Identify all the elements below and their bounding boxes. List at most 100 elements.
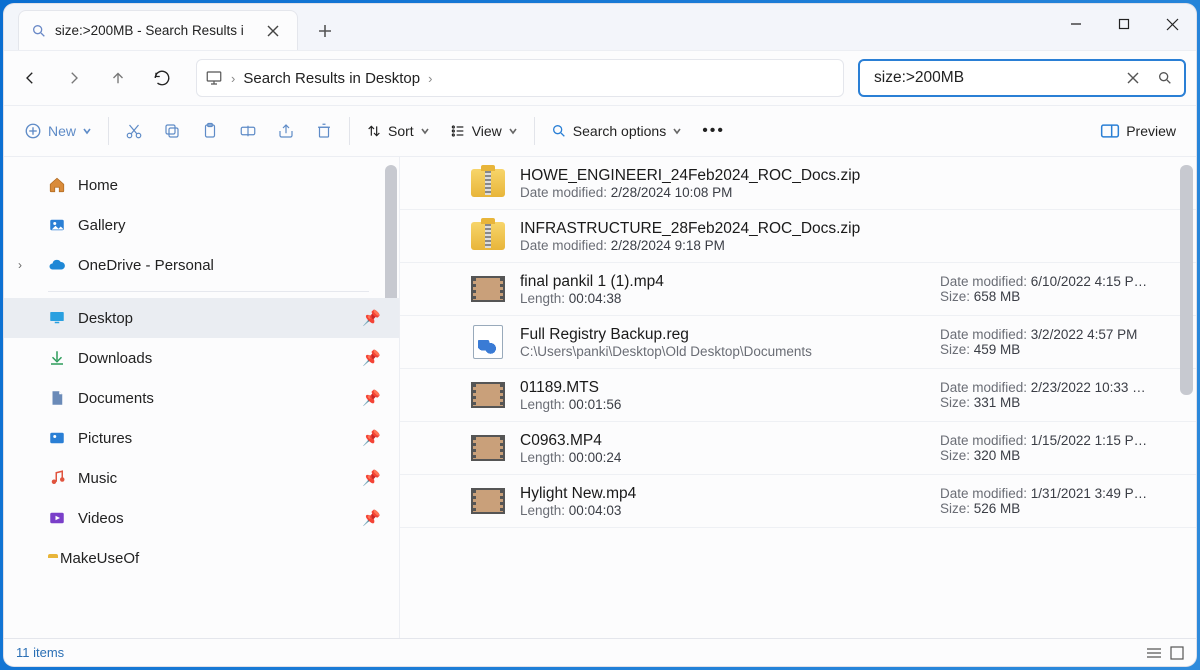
breadcrumb-bar[interactable]: › Search Results in Desktop › — [196, 59, 844, 97]
label: Downloads — [78, 350, 152, 367]
item-count: 11 items — [16, 645, 64, 660]
file-name: INFRASTRUCTURE_28Feb2024_ROC_Docs.zip — [520, 220, 1172, 238]
pin-icon: 📌 — [362, 509, 381, 527]
file-name: HOWE_ENGINEERI_24Feb2024_ROC_Docs.zip — [520, 167, 1172, 185]
search-box[interactable] — [858, 59, 1186, 97]
body: Home Gallery › OneDrive - Personal Deskt… — [4, 157, 1196, 638]
minimize-button[interactable] — [1052, 4, 1100, 44]
view-switcher — [1146, 646, 1184, 660]
file-meta: Date modified: 2/28/2024 10:08 PM — [520, 185, 1172, 200]
file-name: Full Registry Backup.reg — [520, 326, 926, 344]
search-options-menu[interactable]: Search options — [541, 113, 692, 149]
forward-button[interactable] — [54, 60, 94, 96]
share-button[interactable] — [267, 113, 305, 149]
details-view-button[interactable] — [1146, 646, 1162, 660]
home-icon — [48, 176, 66, 194]
search-input[interactable] — [872, 68, 1114, 88]
pin-icon: 📌 — [362, 469, 381, 487]
back-button[interactable] — [10, 60, 50, 96]
sidebar-item-documents[interactable]: Documents 📌 — [4, 378, 399, 418]
file-path: C:\Users\panki\Desktop\Old Desktop\Docum… — [520, 344, 926, 359]
new-label: New — [48, 123, 76, 139]
video-file-icon — [471, 276, 505, 302]
music-icon — [48, 469, 66, 487]
file-row[interactable]: Full Registry Backup.reg C:\Users\panki\… — [400, 316, 1196, 369]
video-file-icon — [471, 435, 505, 461]
reg-file-icon — [473, 325, 503, 359]
refresh-button[interactable] — [142, 60, 182, 96]
sidebar-item-videos[interactable]: Videos 📌 — [4, 498, 399, 538]
sidebar-item-pictures[interactable]: Pictures 📌 — [4, 418, 399, 458]
ribbon-toolbar: New Sort View Search options ••• — [4, 105, 1196, 157]
cut-button[interactable] — [115, 113, 153, 149]
label: Videos — [78, 510, 124, 527]
view-menu[interactable]: View — [440, 113, 528, 149]
new-tab-button[interactable] — [308, 14, 342, 48]
chevron-right-icon: › — [428, 71, 432, 86]
copy-button[interactable] — [153, 113, 191, 149]
sidebar-item-home[interactable]: Home — [4, 165, 399, 205]
close-window-button[interactable] — [1148, 4, 1196, 44]
sidebar-item-music[interactable]: Music 📌 — [4, 458, 399, 498]
sidebar-item-gallery[interactable]: Gallery — [4, 205, 399, 245]
file-name: 01189.MTS — [520, 379, 926, 397]
search-icon — [31, 23, 47, 39]
pin-icon: 📌 — [362, 429, 381, 447]
file-right-meta: Date modified: 3/2/2022 4:57 PM Size: 45… — [940, 327, 1172, 357]
gallery-icon — [48, 216, 66, 234]
zip-icon — [471, 222, 505, 250]
file-row[interactable]: 01189.MTS Length: 00:01:56 Date modified… — [400, 369, 1196, 422]
breadcrumb-label: Search Results in Desktop — [243, 70, 420, 87]
zip-icon — [471, 169, 505, 197]
label: Home — [78, 177, 118, 194]
label: Music — [78, 470, 117, 487]
label: Gallery — [78, 217, 126, 234]
video-file-icon — [471, 382, 505, 408]
file-row[interactable]: INFRASTRUCTURE_28Feb2024_ROC_Docs.zip Da… — [400, 210, 1196, 263]
status-bar: 11 items — [4, 638, 1196, 666]
label: OneDrive - Personal — [78, 257, 214, 274]
file-name: C0963.MP4 — [520, 432, 926, 450]
file-row[interactable]: HOWE_ENGINEERI_24Feb2024_ROC_Docs.zip Da… — [400, 157, 1196, 210]
thumbnails-view-button[interactable] — [1170, 646, 1184, 660]
file-name: Hylight New.mp4 — [520, 485, 926, 503]
tab-close-button[interactable] — [259, 17, 287, 45]
monitor-icon — [205, 69, 223, 87]
file-row[interactable]: C0963.MP4 Length: 00:00:24 Date modified… — [400, 422, 1196, 475]
sidebar-item-onedrive[interactable]: › OneDrive - Personal — [4, 245, 399, 285]
file-meta: Length: 00:00:24 — [520, 450, 926, 465]
maximize-button[interactable] — [1100, 4, 1148, 44]
search-icon[interactable] — [1152, 65, 1178, 91]
preview-toggle[interactable]: Preview — [1090, 113, 1186, 149]
tab-title: size:>200MB - Search Results i — [55, 23, 251, 38]
new-menu[interactable]: New — [14, 113, 102, 149]
file-row[interactable]: Hylight New.mp4 Length: 00:04:03 Date mo… — [400, 475, 1196, 528]
file-right-meta: Date modified: 1/15/2022 1:15 P… Size: 3… — [940, 433, 1172, 463]
video-file-icon — [471, 488, 505, 514]
active-tab[interactable]: size:>200MB - Search Results i — [18, 10, 298, 50]
up-button[interactable] — [98, 60, 138, 96]
download-icon — [48, 349, 66, 367]
pictures-icon — [48, 429, 66, 447]
sidebar-item-desktop[interactable]: Desktop 📌 — [4, 298, 399, 338]
paste-button[interactable] — [191, 113, 229, 149]
sort-menu[interactable]: Sort — [356, 113, 440, 149]
sidebar-item-makeuseof[interactable]: MakeUseOf — [4, 538, 399, 578]
preview-label: Preview — [1126, 123, 1176, 139]
more-button[interactable]: ••• — [692, 113, 735, 149]
rename-button[interactable] — [229, 113, 267, 149]
video-icon — [48, 509, 66, 527]
file-name: final pankil 1 (1).mp4 — [520, 273, 926, 291]
file-row[interactable]: final pankil 1 (1).mp4 Length: 00:04:38 … — [400, 263, 1196, 316]
sort-label: Sort — [388, 123, 414, 139]
search-options-label: Search options — [573, 123, 666, 139]
delete-button[interactable] — [305, 113, 343, 149]
chevron-right-icon[interactable]: › — [18, 258, 22, 272]
file-meta: Length: 00:04:38 — [520, 291, 926, 306]
label: Pictures — [78, 430, 132, 447]
content-scrollbar[interactable] — [1180, 165, 1193, 395]
sidebar-item-downloads[interactable]: Downloads 📌 — [4, 338, 399, 378]
file-meta: Length: 00:04:03 — [520, 503, 926, 518]
clear-search-button[interactable] — [1120, 65, 1146, 91]
address-bar: › Search Results in Desktop › — [4, 50, 1196, 105]
